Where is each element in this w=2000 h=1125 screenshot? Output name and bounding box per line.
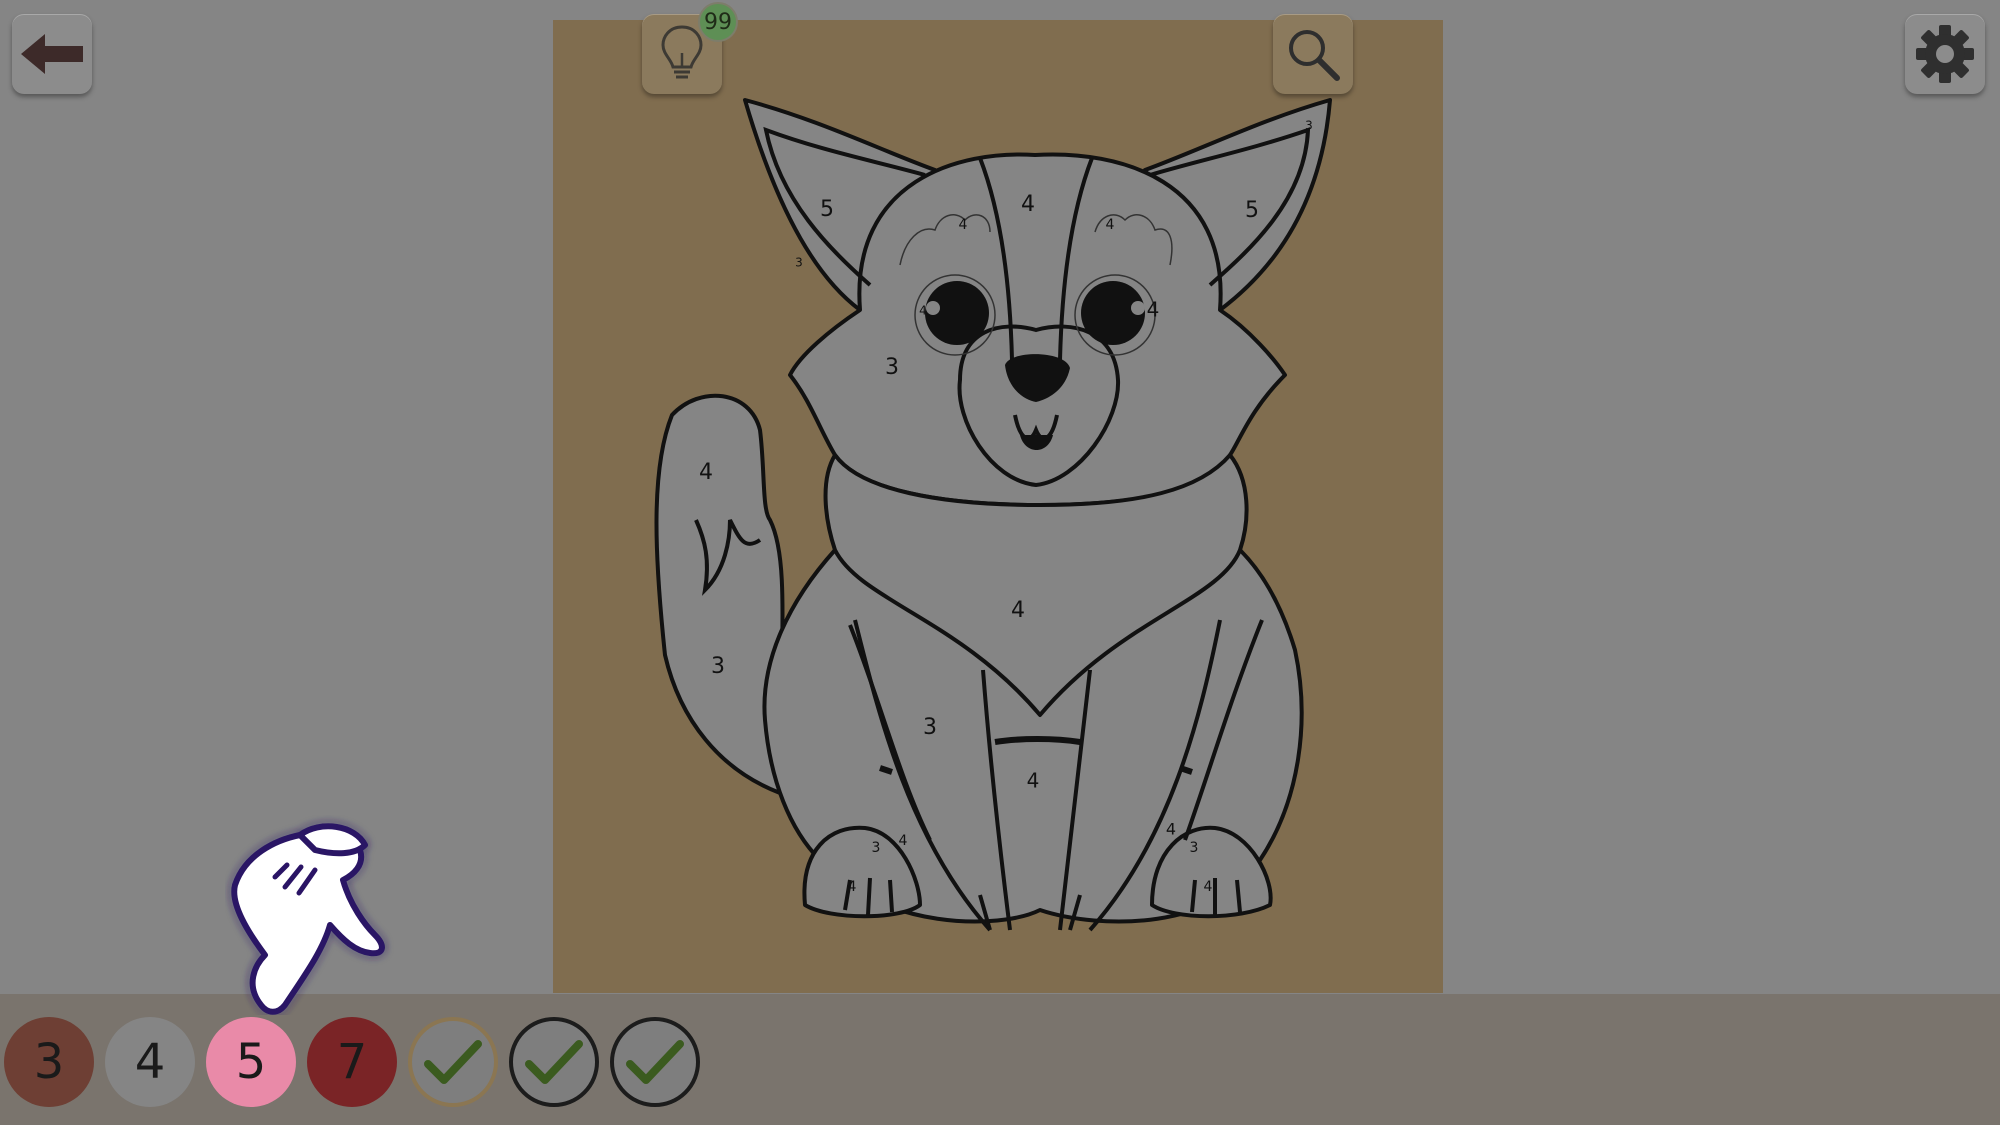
region-number: 4 [1106, 217, 1115, 233]
region-number: 3 [711, 654, 725, 679]
color-swatch-completed[interactable] [509, 1017, 599, 1107]
region-number: 3 [795, 256, 803, 270]
region-number: 4 [1021, 192, 1035, 217]
color-swatch-3[interactable]: 3 [4, 1017, 94, 1107]
color-swatch-5-selected[interactable]: 5 [206, 1017, 296, 1107]
region-number: 3 [923, 715, 937, 740]
checkmark-icon [424, 1040, 482, 1084]
swatch-number: 4 [134, 1034, 166, 1090]
region-number: 4 [699, 460, 713, 485]
region-number: 4 [1011, 598, 1025, 623]
back-button[interactable] [12, 14, 92, 94]
back-arrow-icon [21, 34, 83, 74]
region-number: 5 [1245, 198, 1259, 223]
color-swatch-completed[interactable] [610, 1017, 700, 1107]
region-number: 4 [959, 217, 968, 233]
settings-button[interactable] [1905, 14, 1985, 94]
region-number: 4 [1027, 769, 1040, 793]
tail-region [654, 393, 785, 795]
region-number: 4 [1204, 879, 1213, 895]
region-number: 4 [1147, 298, 1160, 322]
region-number: 4 [919, 304, 927, 318]
region-number: 4 [899, 833, 908, 849]
region-number: 5 [820, 197, 834, 222]
checkmark-icon [626, 1040, 684, 1084]
color-swatch-7[interactable]: 7 [307, 1017, 397, 1107]
color-swatch-completed[interactable] [408, 1017, 498, 1107]
pet-line-art[interactable]: 5 5 3 3 4 4 4 4 4 3 4 3 4 3 4 3 4 4 4 3 … [553, 20, 1443, 993]
pointing-hand-icon [231, 823, 385, 1015]
region-number: 3 [885, 355, 899, 380]
region-number: 4 [848, 879, 857, 895]
region-number: 3 [1190, 840, 1199, 856]
gear-icon [1916, 25, 1974, 83]
region-number: 3 [1305, 119, 1313, 133]
region-number: 3 [872, 840, 881, 856]
swatch-number: 7 [336, 1034, 368, 1090]
region-number: 4 [1166, 820, 1176, 839]
swatch-number: 3 [33, 1034, 65, 1090]
swatch-number: 5 [235, 1034, 267, 1090]
color-swatch-4[interactable]: 4 [105, 1017, 195, 1107]
checkmark-icon [525, 1040, 583, 1084]
